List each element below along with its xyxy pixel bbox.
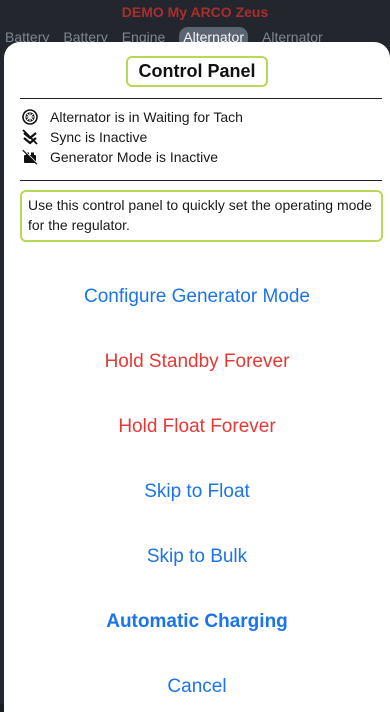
automatic-charging-button[interactable]: Automatic Charging xyxy=(4,589,390,654)
sheet-title: Control Panel xyxy=(126,56,268,87)
status-text-sync: Sync is Inactive xyxy=(50,129,148,145)
status-row-alternator: Alternator is in Waiting for Tach xyxy=(22,107,372,127)
control-panel-sheet: Control Panel Alternator is in Waiting f… xyxy=(4,42,390,712)
generator-off-icon xyxy=(22,149,38,165)
divider-top xyxy=(20,98,382,99)
skip-to-bulk-button[interactable]: Skip to Bulk xyxy=(4,524,390,589)
action-list: Configure Generator Mode Hold Standby Fo… xyxy=(4,264,390,712)
title-container: Control Panel xyxy=(4,56,390,87)
status-text-alternator: Alternator is in Waiting for Tach xyxy=(50,109,243,125)
description-box: Use this control panel to quickly set th… xyxy=(20,190,383,242)
sync-off-icon xyxy=(22,129,38,145)
skip-to-float-button[interactable]: Skip to Float xyxy=(4,459,390,524)
hold-float-forever-button[interactable]: Hold Float Forever xyxy=(4,394,390,459)
alternator-icon xyxy=(22,109,38,125)
status-list: Alternator is in Waiting for Tach Sync i… xyxy=(22,107,372,167)
configure-generator-mode-button[interactable]: Configure Generator Mode xyxy=(4,264,390,329)
status-row-sync: Sync is Inactive xyxy=(22,127,372,147)
divider-bottom xyxy=(20,180,382,181)
status-text-generator: Generator Mode is Inactive xyxy=(50,149,219,165)
hold-standby-forever-button[interactable]: Hold Standby Forever xyxy=(4,329,390,394)
app-title: DEMO My ARCO Zeus xyxy=(121,4,269,20)
status-row-generator: Generator Mode is Inactive xyxy=(22,147,372,167)
cancel-button[interactable]: Cancel xyxy=(4,654,390,712)
